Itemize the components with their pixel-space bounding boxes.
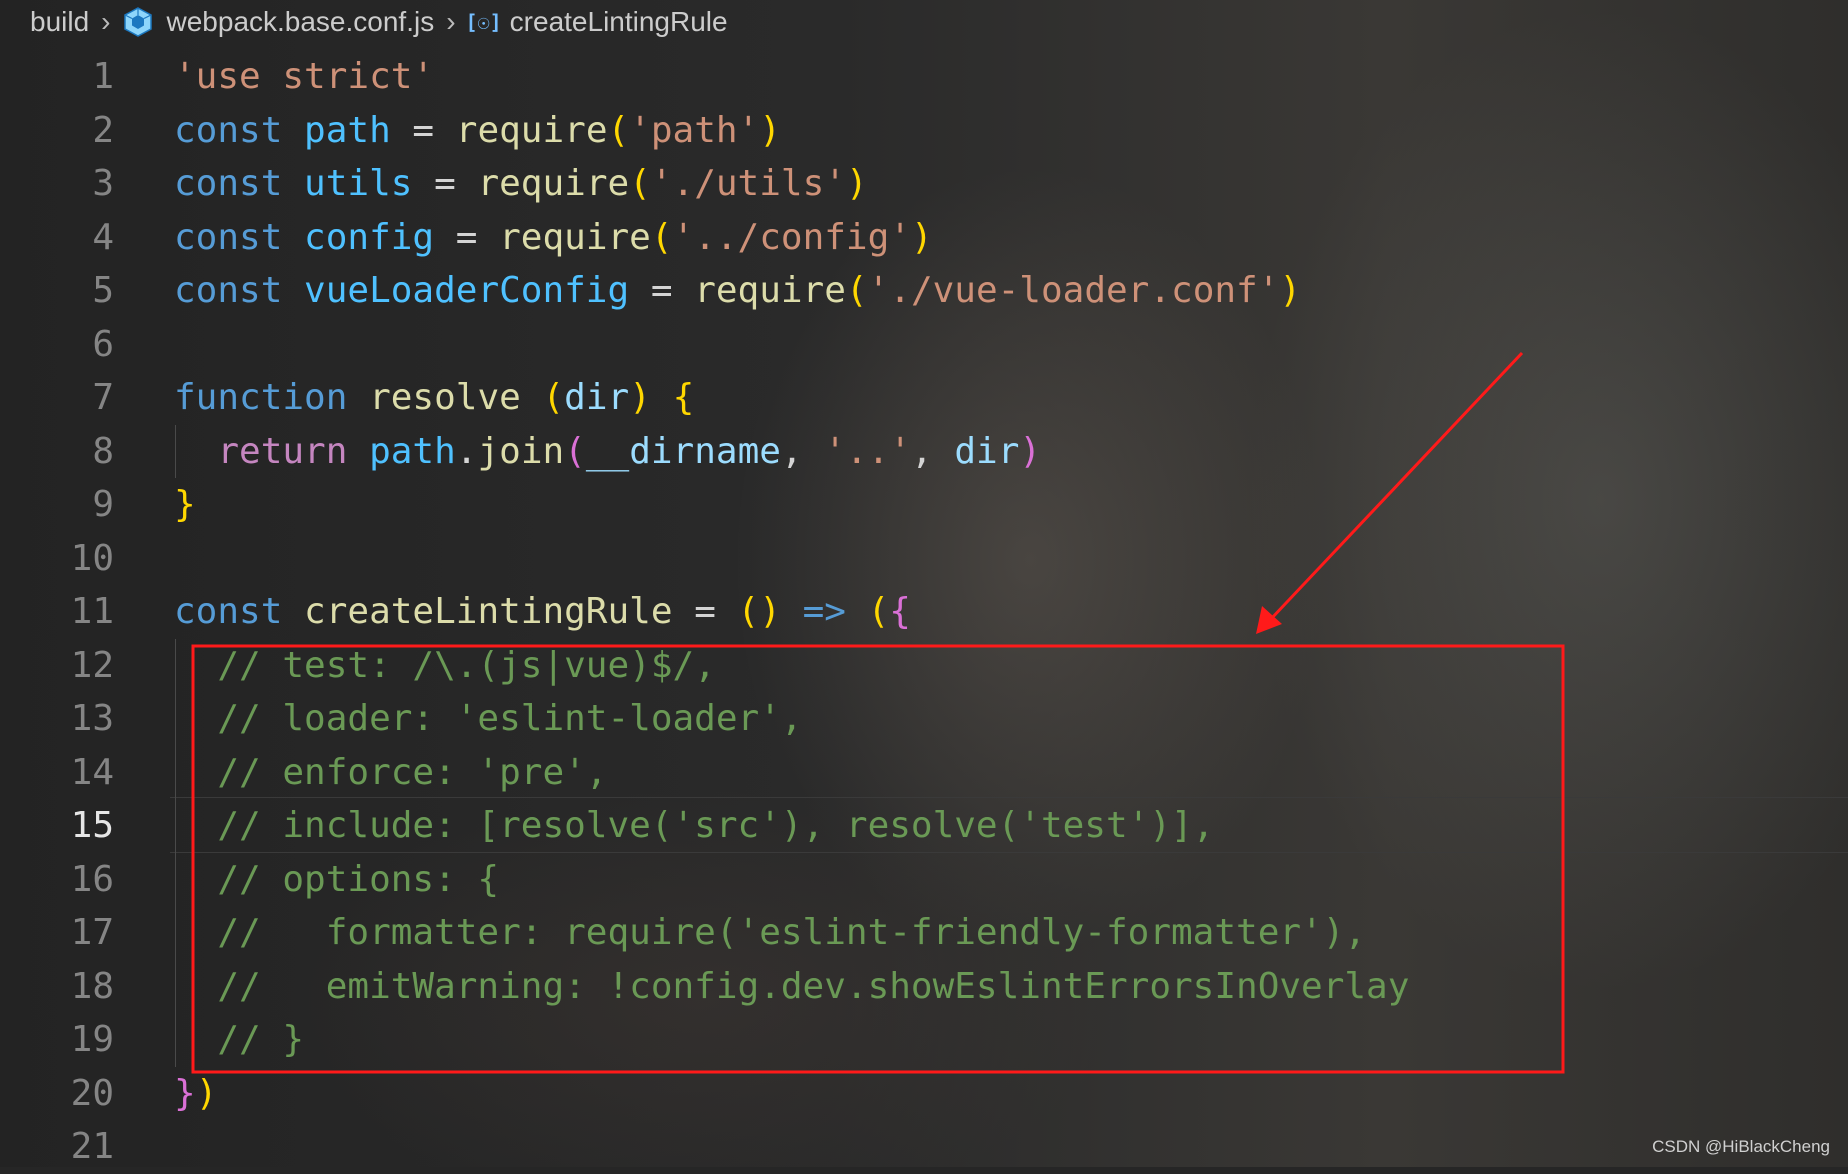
annotation-overlay [191, 351, 1565, 1074]
arrow-shaft [1268, 351, 1524, 622]
highlight-box [191, 644, 1565, 1074]
